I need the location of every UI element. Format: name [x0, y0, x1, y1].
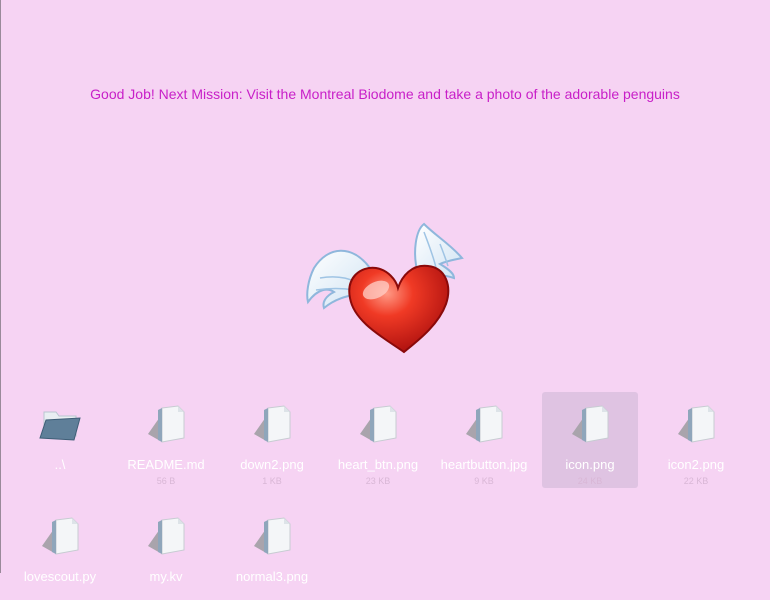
file-item[interactable]: heart_btn.png 23 KB — [330, 392, 426, 488]
file-item[interactable]: icon.png 24 KB — [542, 392, 638, 488]
file-name: heart_btn.png — [337, 457, 419, 472]
file-icon — [674, 402, 718, 446]
file-icon — [144, 402, 188, 446]
winged-heart-icon[interactable] — [300, 218, 470, 358]
file-size: 1 KB — [262, 476, 282, 486]
file-name: normal3.png — [235, 569, 309, 584]
file-icon — [38, 514, 82, 558]
file-name: icon.png — [565, 457, 615, 472]
file-item[interactable]: ..\ — [12, 392, 108, 488]
file-name: lovescout.py — [23, 569, 97, 584]
file-size: 22 KB — [683, 476, 709, 486]
file-name: down2.png — [240, 457, 304, 472]
file-name: icon2.png — [667, 457, 725, 472]
file-item[interactable]: my.kv — [118, 504, 214, 600]
file-name: heartbutton.jpg — [440, 457, 528, 472]
file-item[interactable]: normal3.png — [224, 504, 320, 600]
file-icon — [568, 402, 612, 446]
file-item[interactable]: heartbutton.jpg 9 KB — [436, 392, 532, 488]
file-icon — [144, 514, 188, 558]
mission-label: Good Job! Next Mission: Visit the Montre… — [90, 86, 680, 102]
file-size: 56 B — [156, 476, 176, 486]
file-icon — [356, 402, 400, 446]
file-name: my.kv — [149, 569, 183, 584]
file-item[interactable]: README.md 56 B — [118, 392, 214, 488]
file-size: 9 KB — [474, 476, 494, 486]
file-item[interactable]: down2.png 1 KB — [224, 392, 320, 488]
file-icon — [250, 402, 294, 446]
file-name: README.md — [127, 457, 205, 472]
file-item[interactable]: lovescout.py — [12, 504, 108, 600]
file-icon — [250, 514, 294, 558]
file-icon — [462, 402, 506, 446]
file-name: ..\ — [54, 457, 66, 472]
file-size: 24 KB — [577, 476, 603, 486]
file-size: 23 KB — [365, 476, 391, 486]
file-item[interactable]: icon2.png 22 KB — [648, 392, 744, 488]
folder-icon — [38, 402, 82, 446]
